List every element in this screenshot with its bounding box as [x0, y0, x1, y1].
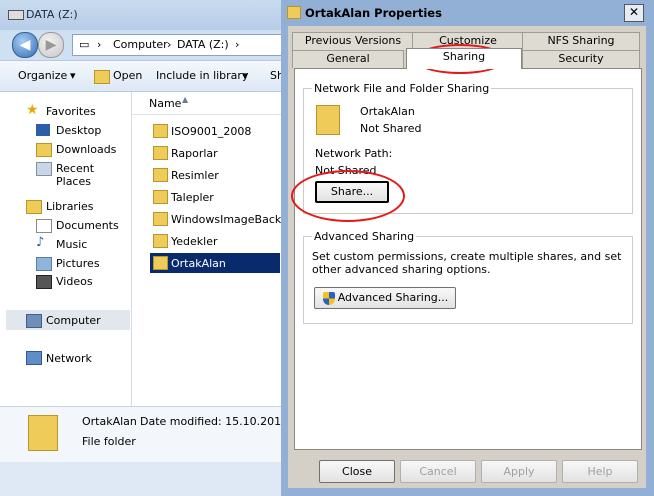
- folder-icon: [153, 190, 168, 204]
- videos-icon: [36, 275, 52, 289]
- tab-security[interactable]: Security: [522, 50, 640, 68]
- help-button[interactable]: Help: [562, 460, 638, 483]
- folder-large-icon: [28, 415, 58, 451]
- uac-shield-icon: [323, 292, 335, 305]
- nav-desktop[interactable]: Desktop: [56, 124, 101, 137]
- share-status: Not Shared: [360, 122, 422, 135]
- file-list: Name ▲ ISO9001_2008 Raporlar Resimler Ta…: [132, 92, 295, 406]
- libraries-icon: [26, 200, 42, 214]
- chevron-right-icon: ›: [167, 38, 172, 51]
- chevron-down-icon: ▾: [242, 69, 248, 82]
- folder-icon: [153, 124, 168, 138]
- back-button[interactable]: ◀: [12, 32, 38, 58]
- advanced-sharing-button-label: Advanced Sharing...: [337, 291, 449, 304]
- star-icon: ★: [26, 102, 39, 118]
- dialog-body: Previous Versions Customize NFS Sharing …: [288, 26, 646, 488]
- advanced-sharing-description: Set custom permissions, create multiple …: [312, 250, 622, 276]
- explorer-title: DATA (Z:): [26, 8, 78, 21]
- nav-recent-places[interactable]: Recent Places: [56, 162, 131, 188]
- explorer-bottom-border: [0, 462, 282, 496]
- sort-asc-icon: ▲: [182, 95, 189, 104]
- nav-computer[interactable]: Computer: [46, 314, 101, 327]
- breadcrumb-drive[interactable]: DATA (Z:): [177, 38, 229, 51]
- nav-downloads[interactable]: Downloads: [56, 143, 116, 156]
- details-type: File folder: [82, 435, 136, 448]
- nav-documents[interactable]: Documents: [56, 219, 119, 232]
- folder-icon: [153, 212, 168, 226]
- folder-icon: [153, 234, 168, 248]
- properties-dialog: OrtakAlan Properties ✕ Previous Versions…: [281, 0, 654, 496]
- chevron-right-icon: ›: [97, 38, 102, 51]
- list-item-selected[interactable]: OrtakAlan: [150, 253, 280, 273]
- details-name: OrtakAlan: [82, 415, 137, 428]
- apply-button[interactable]: Apply: [481, 460, 557, 483]
- list-item[interactable]: Talepler: [150, 187, 280, 207]
- advanced-sharing-legend: Advanced Sharing: [312, 230, 417, 243]
- advanced-sharing-group: Advanced Sharing Set custom permissions,…: [303, 230, 633, 324]
- tab-general[interactable]: General: [292, 50, 404, 68]
- recent-places-icon: [36, 162, 52, 176]
- nav-libraries[interactable]: Libraries: [46, 200, 94, 213]
- name-column-header[interactable]: Name ▲: [132, 92, 282, 115]
- cancel-button[interactable]: Cancel: [400, 460, 476, 483]
- nav-pictures[interactable]: Pictures: [56, 257, 100, 270]
- documents-icon: [36, 219, 52, 233]
- open-button[interactable]: Open: [113, 69, 142, 82]
- tab-previous-versions[interactable]: Previous Versions: [292, 32, 414, 50]
- include-in-library-button[interactable]: Include in library: [156, 69, 248, 82]
- close-icon[interactable]: ✕: [624, 4, 644, 22]
- name-column-label: Name: [149, 97, 182, 110]
- sharing-tab-panel: Network File and Folder Sharing OrtakAla…: [294, 68, 642, 450]
- folder-icon: [153, 168, 168, 182]
- organize-button[interactable]: Organize: [18, 69, 67, 82]
- folder-icon: [316, 105, 340, 135]
- network-path-label: Network Path:: [315, 147, 393, 160]
- chevron-right-icon: ›: [235, 38, 240, 51]
- navigation-pane: ★ Favorites Desktop Downloads Recent Pla…: [0, 92, 132, 406]
- dialog-title-bar: OrtakAlan Properties ✕: [281, 0, 654, 24]
- computer-icon: [26, 314, 42, 328]
- drive-icon: [8, 10, 24, 20]
- list-item[interactable]: ISO9001_2008: [150, 121, 280, 141]
- desktop-icon: [36, 124, 50, 136]
- list-item[interactable]: Resimler: [150, 165, 280, 185]
- folder-icon: [287, 6, 301, 19]
- folder-icon: [153, 256, 168, 270]
- network-sharing-legend: Network File and Folder Sharing: [312, 82, 492, 95]
- music-icon: ♪: [36, 235, 45, 250]
- open-folder-icon: [94, 70, 110, 84]
- tab-sharing[interactable]: Sharing: [406, 48, 522, 69]
- pictures-icon: [36, 257, 52, 271]
- list-item[interactable]: Yedekler: [150, 231, 280, 251]
- nav-music[interactable]: Music: [56, 238, 87, 251]
- details-date-modified: Date modified: 15.10.2011 1: [140, 415, 299, 428]
- network-icon: [26, 351, 42, 365]
- address-bar[interactable]: ▭ › Computer › DATA (Z:) ›: [72, 34, 284, 56]
- list-item[interactable]: WindowsImageBackup: [150, 209, 295, 229]
- computer-small-icon: ▭: [79, 38, 90, 51]
- folder-icon: [153, 146, 168, 160]
- advanced-sharing-button[interactable]: Advanced Sharing...: [314, 287, 456, 309]
- nav-network[interactable]: Network: [46, 352, 92, 365]
- shared-folder-name: OrtakAlan: [360, 105, 415, 118]
- close-button[interactable]: Close: [319, 460, 395, 483]
- annotation-circle-share-button: [291, 170, 405, 222]
- forward-button[interactable]: ▶: [38, 32, 64, 58]
- dialog-title: OrtakAlan Properties: [305, 6, 442, 20]
- nav-favorites[interactable]: Favorites: [46, 105, 96, 118]
- nav-videos[interactable]: Videos: [56, 275, 93, 288]
- list-item[interactable]: Raporlar: [150, 143, 280, 163]
- tab-nfs-sharing[interactable]: NFS Sharing: [522, 32, 640, 50]
- chevron-down-icon: ▾: [70, 69, 76, 82]
- details-pane: OrtakAlan Date modified: 15.10.2011 1 Fi…: [0, 406, 299, 463]
- downloads-icon: [36, 143, 52, 157]
- breadcrumb-computer[interactable]: Computer: [113, 38, 168, 51]
